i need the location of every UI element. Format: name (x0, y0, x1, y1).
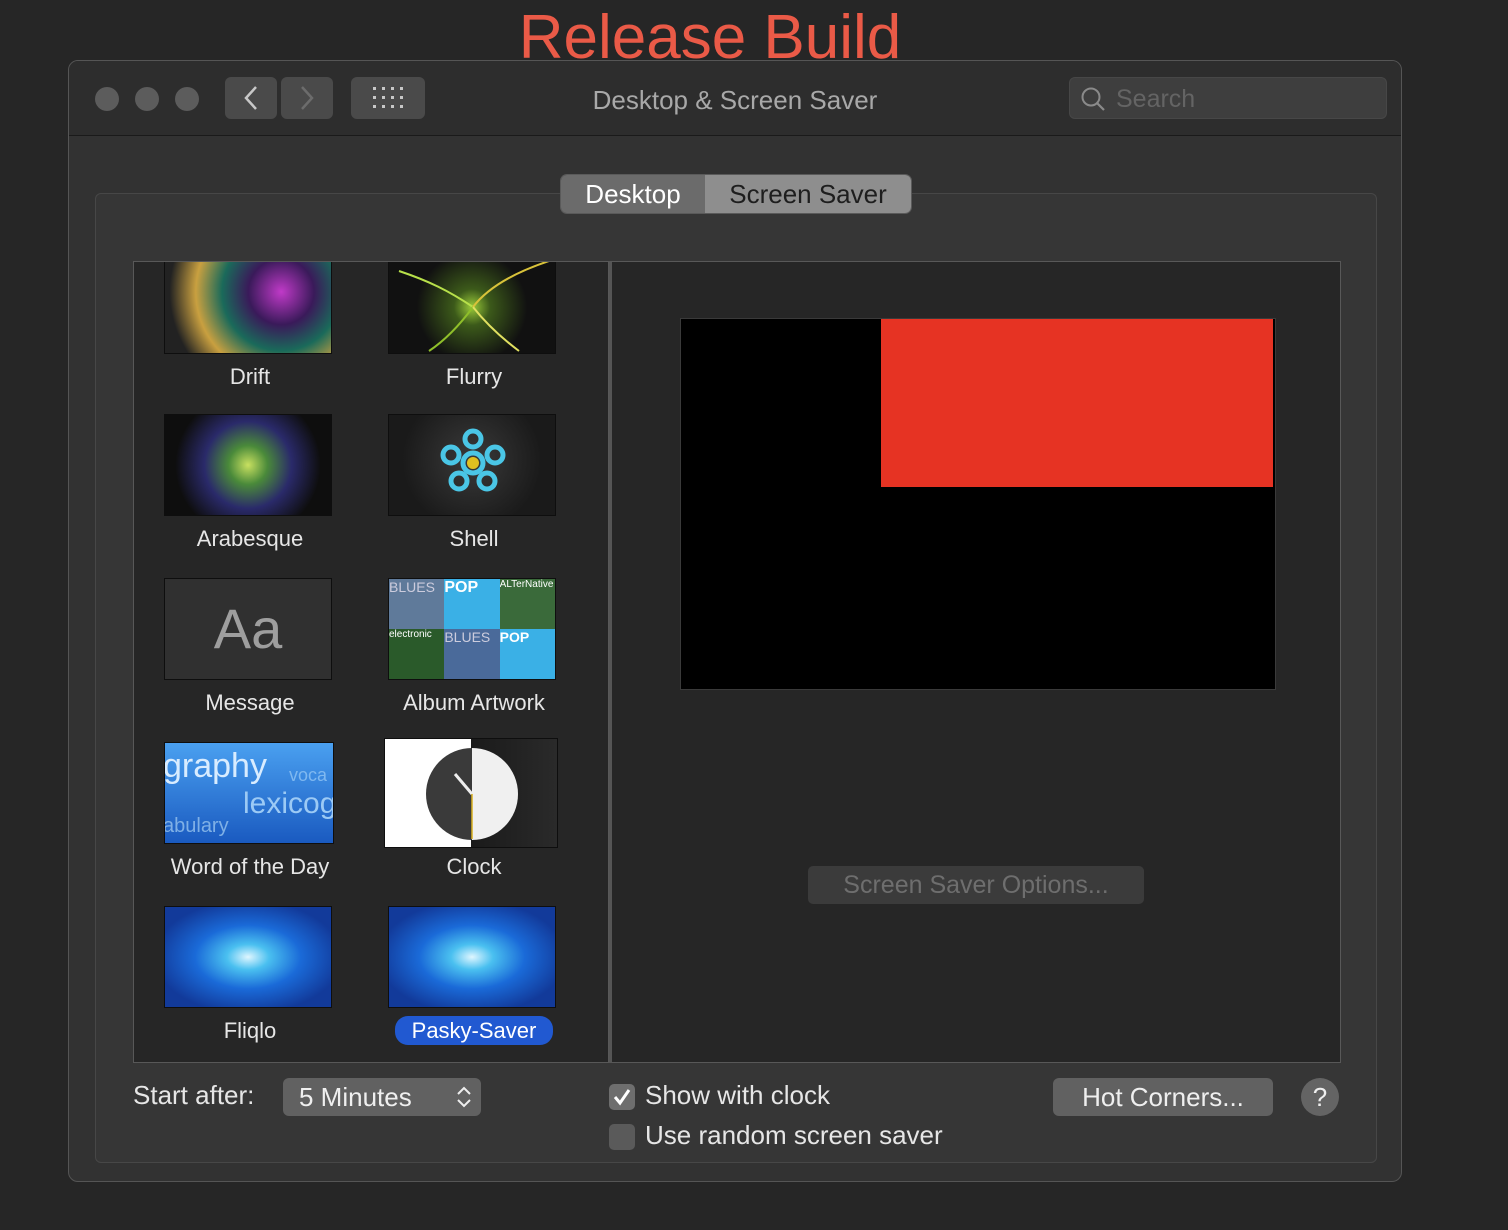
saver-item-fliqlo[interactable]: Fliqlo (138, 906, 362, 1062)
search-field[interactable] (1069, 77, 1387, 120)
chevron-right-icon (301, 86, 314, 110)
saver-item-arabesque[interactable]: Arabesque (138, 414, 362, 576)
stepper-arrows-icon (457, 1086, 471, 1108)
saver-label-selected: Pasky-Saver (362, 1016, 586, 1045)
saver-label: Message (205, 690, 295, 715)
preview-area: Screen Saver Options... (609, 261, 1341, 1063)
saver-label: Fliqlo (223, 1018, 277, 1043)
random-saver-checkbox[interactable] (609, 1124, 635, 1150)
saver-label: Arabesque (196, 526, 304, 551)
zoom-button[interactable] (175, 87, 199, 111)
chevron-left-icon (244, 86, 257, 110)
saver-item-word-of-the-day[interactable]: graphy voca lexicog abulary Word of the … (138, 742, 362, 904)
minimize-button[interactable] (135, 87, 159, 111)
random-saver-label: Use random screen saver (645, 1120, 943, 1150)
saver-item-clock[interactable]: Clock (362, 738, 586, 900)
album-artwork-thumbnail: BLUES POP ALTerNative electronic BLUES P… (388, 578, 556, 680)
message-thumb-text: Aa (213, 597, 283, 660)
fliqlo-thumbnail (164, 906, 332, 1008)
back-button[interactable] (225, 77, 277, 119)
tab-screen-saver[interactable]: Screen Saver (705, 175, 911, 213)
shell-thumbnail (388, 414, 556, 516)
saver-label: Drift (229, 364, 271, 389)
title-bar: Desktop & Screen Saver (69, 61, 1401, 136)
grid-icon (373, 87, 403, 108)
saver-item-message[interactable]: Aa Message (138, 578, 362, 740)
start-after-popup[interactable]: 5 Minutes (283, 1078, 481, 1116)
checkmark-icon (613, 1089, 631, 1106)
saver-label: Clock (446, 854, 502, 879)
drift-thumbnail (164, 262, 332, 354)
saver-label: Shell (449, 526, 499, 551)
tab-bar: Desktop Screen Saver (561, 175, 911, 213)
message-thumbnail: Aa (164, 578, 332, 680)
saver-label: Flurry (445, 364, 503, 389)
saver-label: Word of the Day (170, 854, 330, 879)
forward-button[interactable] (281, 77, 333, 119)
show-all-button[interactable] (351, 77, 425, 119)
start-after-label: Start after: (133, 1080, 255, 1110)
saver-item-drift[interactable]: Drift (138, 262, 362, 412)
saver-item-pasky-saver[interactable]: Pasky-Saver (362, 906, 586, 1062)
saver-item-flurry[interactable]: Flurry (362, 262, 586, 412)
help-button[interactable]: ? (1301, 1078, 1339, 1116)
saver-item-shell[interactable]: Shell (362, 414, 586, 576)
arabesque-thumbnail (164, 414, 332, 516)
word-of-the-day-thumbnail: graphy voca lexicog abulary (164, 742, 334, 844)
preview-screen (680, 318, 1276, 690)
hot-corners-button[interactable]: Hot Corners... (1053, 1078, 1273, 1116)
search-icon (1081, 87, 1105, 111)
preferences-window: Desktop & Screen Saver Desktop Screen Sa… (68, 60, 1402, 1182)
flurry-thumbnail (388, 262, 556, 354)
preview-red-rectangle (881, 319, 1273, 487)
saver-item-album-artwork[interactable]: BLUES POP ALTerNative electronic BLUES P… (362, 578, 586, 740)
pasky-saver-thumbnail (388, 906, 556, 1008)
tab-desktop[interactable]: Desktop (561, 175, 705, 213)
show-with-clock-checkbox[interactable] (609, 1084, 635, 1110)
clock-thumbnail (384, 738, 558, 848)
screen-saver-options-button[interactable]: Screen Saver Options... (808, 866, 1144, 904)
saver-label: Album Artwork (403, 690, 545, 715)
search-input[interactable] (1114, 78, 1378, 120)
screen-saver-list[interactable]: Drift Flurry Arabesque Shell Aa Message … (133, 261, 609, 1063)
start-after-value: 5 Minutes (299, 1082, 412, 1112)
close-button[interactable] (95, 87, 119, 111)
show-with-clock-label: Show with clock (645, 1080, 830, 1110)
